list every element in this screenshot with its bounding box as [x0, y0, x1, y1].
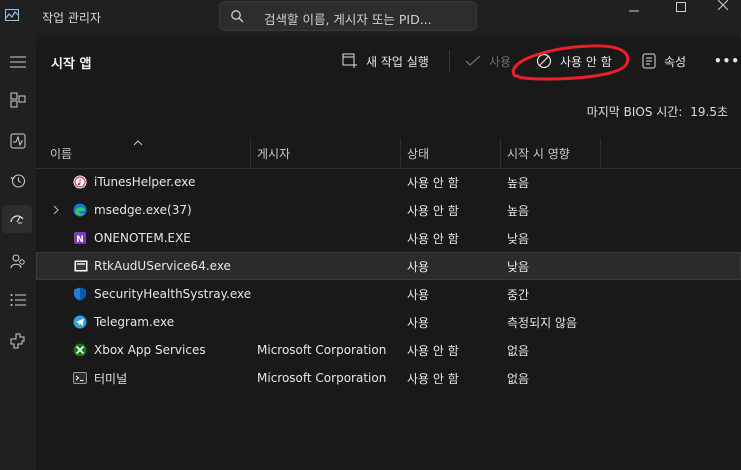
enable-button[interactable]: 사용: [465, 47, 511, 75]
startup-impact: 없음: [507, 343, 530, 358]
minimize-icon: [629, 10, 639, 12]
app-name: SecurityHealthSystray.exe: [94, 287, 252, 301]
app-name: Telegram.exe: [94, 315, 175, 329]
startup-impact: 낮음: [507, 259, 530, 274]
new-task-label: 새 작업 실행: [366, 54, 429, 69]
sidebar-menu-button[interactable]: [0, 48, 36, 76]
terminal-icon: [73, 372, 87, 384]
search-box[interactable]: 검색할 이름, 게시자 또는 PID...: [219, 1, 477, 31]
edge-icon: [73, 203, 87, 217]
minimize-button[interactable]: [611, 0, 657, 32]
sidebar-item-services[interactable]: [0, 327, 36, 355]
table-row[interactable]: N ONENOTEM.EXE 사용 안 함 낮음: [36, 224, 741, 252]
new-task-icon: [342, 53, 357, 68]
xbox-icon: [73, 343, 87, 357]
app-history-icon: [10, 174, 25, 188]
maximize-button[interactable]: [657, 0, 703, 32]
details-icon: [10, 294, 26, 306]
windows-security-icon: [74, 287, 86, 301]
main-panel: 시작 앱 새 작업 실행 사용 사용 안 함 속성 ••• 마지막 BIOS 시…: [36, 38, 741, 470]
search-icon: [231, 10, 244, 23]
table-row[interactable]: RtkAudUService64.exe 사용 낮음: [36, 252, 741, 280]
window-title: 작업 관리자: [42, 11, 102, 25]
sidebar-item-details[interactable]: [0, 286, 36, 314]
bios-time-label: 마지막 BIOS 시간:: [586, 105, 683, 119]
column-header-status[interactable]: 상태: [401, 138, 501, 168]
app-name: msedge.exe(37): [94, 203, 192, 217]
status: 사용 안 함: [407, 203, 459, 218]
properties-label: 속성: [664, 54, 687, 69]
realtek-icon: [74, 260, 88, 272]
status: 사용 안 함: [407, 343, 459, 358]
processes-icon: [10, 92, 26, 108]
properties-icon: [642, 53, 656, 69]
status: 사용 안 함: [407, 371, 459, 386]
hamburger-menu-icon: [10, 56, 26, 68]
app-name: Xbox App Services: [94, 343, 206, 357]
expand-chevron-icon[interactable]: [53, 205, 59, 215]
checkmark-icon: [465, 55, 481, 66]
table-row[interactable]: Telegram.exe 사용 측정되지 않음: [36, 308, 741, 336]
publisher: Microsoft Corporation: [257, 371, 387, 385]
task-manager-app-icon: [5, 9, 19, 21]
red-annotation-circle: [512, 44, 630, 81]
toolbar-divider: [449, 50, 450, 72]
table-row[interactable]: Xbox App Services Microsoft Corporation …: [36, 336, 741, 364]
column-header-name[interactable]: 이름: [44, 138, 251, 168]
telegram-icon: [73, 315, 87, 329]
sidebar-item-startup-apps[interactable]: [2, 205, 32, 233]
svg-text:N: N: [76, 235, 84, 245]
startup-impact: 낮음: [507, 231, 530, 246]
performance-icon: [10, 133, 26, 149]
column-header-publisher[interactable]: 게시자: [251, 138, 401, 168]
bios-time: 마지막 BIOS 시간: 19.5초: [587, 103, 728, 120]
table-row[interactable]: 터미널 Microsoft Corporation 사용 안 함 없음: [36, 364, 741, 392]
status: 사용 안 함: [407, 231, 459, 246]
startup-impact: 중간: [507, 287, 530, 302]
maximize-icon: [676, 2, 686, 12]
startup-impact: 측정되지 않음: [507, 315, 578, 330]
sidebar-item-processes[interactable]: [0, 86, 36, 114]
status: 사용: [407, 287, 430, 302]
properties-button[interactable]: 속성: [642, 47, 686, 75]
close-button[interactable]: [703, 0, 741, 32]
search-placeholder[interactable]: 검색할 이름, 게시자 또는 PID...: [264, 9, 432, 28]
services-icon: [10, 333, 25, 349]
table-row[interactable]: iTunesHelper.exe 사용 안 함 높음: [36, 168, 741, 196]
status: 사용: [407, 259, 430, 274]
column-header-startup-impact[interactable]: 시작 시 영향: [501, 138, 601, 168]
startup-apps-icon: [10, 215, 24, 224]
sidebar: [0, 34, 36, 470]
app-name: ONENOTEM.EXE: [94, 231, 191, 245]
title-bar: 작업 관리자 검색할 이름, 게시자 또는 PID...: [0, 0, 741, 34]
table-row[interactable]: SecurityHealthSystray.exe 사용 중간: [36, 280, 741, 308]
publisher: Microsoft Corporation: [257, 343, 387, 357]
status: 사용: [407, 315, 430, 330]
startup-impact: 없음: [507, 371, 530, 386]
page-title: 시작 앱: [51, 57, 92, 72]
table-header: 이름 게시자 상태 시작 시 영향: [36, 138, 741, 169]
users-icon: [10, 254, 25, 269]
sort-ascending-icon: [133, 140, 143, 146]
startup-impact: 높음: [507, 203, 530, 218]
status: 사용 안 함: [407, 175, 459, 190]
app-name: 터미널: [94, 371, 128, 386]
more-options-icon: •••: [714, 54, 741, 68]
onenote-icon: N: [74, 232, 86, 245]
close-icon: [718, 0, 728, 10]
new-task-button[interactable]: 새 작업 실행: [342, 47, 429, 75]
sidebar-item-users[interactable]: [0, 247, 36, 275]
bios-time-value: 19.5초: [690, 105, 728, 119]
more-options-button[interactable]: •••: [714, 47, 740, 75]
startup-impact: 높음: [507, 175, 530, 190]
table-row[interactable]: msedge.exe(37) 사용 안 함 높음: [36, 196, 741, 224]
app-name: iTunesHelper.exe: [94, 175, 196, 189]
app-name: RtkAudUService64.exe: [94, 259, 231, 273]
sidebar-item-performance[interactable]: [0, 127, 36, 155]
sidebar-item-app-history[interactable]: [0, 167, 36, 195]
itunes-icon: [73, 175, 87, 189]
